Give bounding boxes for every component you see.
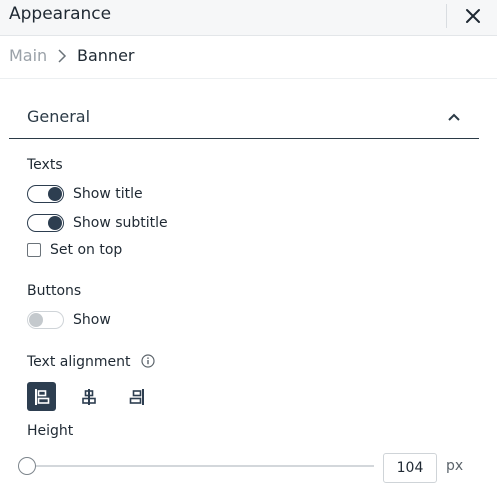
show-buttons-label: Show <box>73 312 111 328</box>
close-button[interactable] <box>461 4 485 28</box>
show-subtitle-label: Show subtitle <box>73 215 168 231</box>
align-left-icon <box>34 388 49 405</box>
divider <box>0 78 497 79</box>
set-on-top-row: Set on top <box>27 239 122 261</box>
buttons-group-label: Buttons <box>27 283 82 299</box>
show-title-label: Show title <box>73 186 143 202</box>
breadcrumb-current: Banner <box>77 46 135 65</box>
show-title-row: Show title <box>27 183 143 205</box>
breadcrumb-main-link[interactable]: Main <box>9 46 47 65</box>
height-label: Height <box>27 423 74 439</box>
section-title: General <box>27 107 91 126</box>
info-icon[interactable] <box>141 354 155 368</box>
slider-handle[interactable] <box>18 457 36 475</box>
panel-header: Appearance <box>0 0 497 36</box>
show-buttons-toggle[interactable] <box>27 311 64 329</box>
texts-group-label: Texts <box>27 157 63 173</box>
align-center-button[interactable] <box>74 382 103 411</box>
text-alignment-label-row: Text alignment <box>27 354 155 370</box>
show-subtitle-row: Show subtitle <box>27 212 168 234</box>
height-slider[interactable] <box>18 456 376 476</box>
text-alignment-label: Text alignment <box>27 354 131 370</box>
general-section-header[interactable]: General <box>9 100 479 139</box>
header-divider <box>446 4 447 28</box>
set-on-top-label: Set on top <box>50 242 123 258</box>
align-center-icon <box>81 388 96 405</box>
align-right-button[interactable] <box>122 382 151 411</box>
align-left-button[interactable] <box>27 382 56 411</box>
slider-track <box>26 465 374 467</box>
chevron-up-icon <box>448 113 460 121</box>
show-title-toggle[interactable] <box>27 185 64 203</box>
show-buttons-row: Show <box>27 309 111 331</box>
align-right-icon <box>129 388 144 405</box>
height-unit-label: px <box>446 458 464 474</box>
show-subtitle-toggle[interactable] <box>27 214 64 232</box>
close-icon <box>466 9 480 23</box>
set-on-top-checkbox[interactable] <box>27 243 41 257</box>
height-input[interactable] <box>383 453 437 483</box>
panel-title: Appearance <box>9 4 112 24</box>
chevron-right-icon <box>58 49 67 63</box>
